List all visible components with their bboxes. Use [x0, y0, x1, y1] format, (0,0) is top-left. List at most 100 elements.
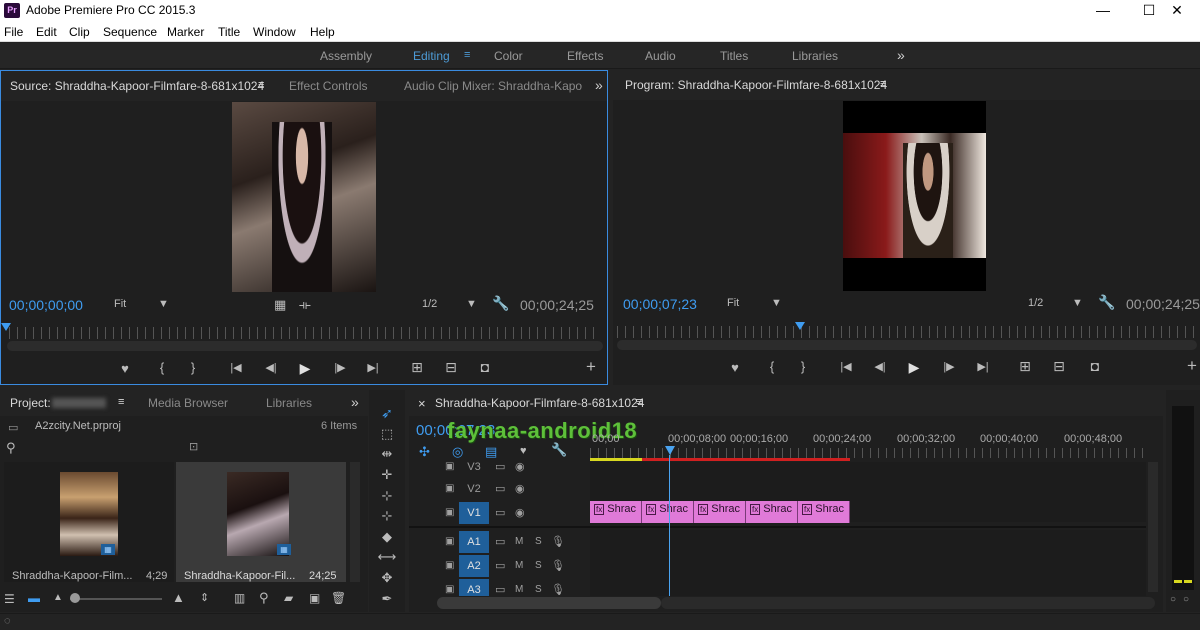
tab-source[interactable]: Source: Shraddha-Kapoor-Filmfare-8-681x1… — [10, 79, 264, 93]
audio-track-area[interactable] — [590, 530, 1146, 596]
search-input[interactable] — [22, 440, 182, 454]
sync-lock-icon[interactable]: ▭ — [495, 460, 505, 473]
rate-stretch-tool-icon[interactable]: ⊹ — [376, 488, 398, 506]
microphone-icon[interactable]: 🎙 — [551, 535, 565, 548]
workspace-effects[interactable]: Effects — [567, 49, 603, 63]
solo-button[interactable]: S — [535, 536, 542, 547]
project-scrollbar[interactable] — [350, 462, 360, 582]
overwrite-icon[interactable]: ⊟ — [442, 359, 460, 376]
menu-sequence[interactable]: Sequence — [103, 25, 157, 39]
track-label-v2[interactable]: V2 — [459, 478, 489, 500]
source-zoom-scrollbar[interactable] — [7, 341, 603, 351]
video-clip[interactable]: fx Shrac — [590, 501, 642, 523]
export-frame-camera-icon[interactable]: ◘ — [476, 359, 494, 375]
timeline-vertical-scrollbar[interactable] — [1148, 462, 1158, 592]
timeline-horizontal-scrollbar-thumb[interactable] — [437, 597, 661, 609]
track-label-a2[interactable]: A2 — [459, 555, 489, 577]
video-clip[interactable]: fx Shrac — [798, 501, 850, 523]
lock-icon[interactable]: ▣ — [445, 461, 454, 472]
step-back-icon[interactable]: ◀| — [262, 361, 280, 374]
automate-to-sequence-icon[interactable]: ▥ — [234, 591, 245, 605]
program-fit-dropdown[interactable]: Fit — [727, 297, 739, 309]
source-overflow-icon[interactable]: » — [595, 77, 603, 93]
menu-marker[interactable]: Marker — [167, 25, 204, 39]
track-select-tool-icon[interactable]: ⬚ — [376, 426, 398, 444]
workspace-menu-icon[interactable]: ≡ — [464, 49, 470, 61]
new-item-icon[interactable]: ▣ — [309, 591, 320, 605]
source-time-ruler[interactable] — [9, 327, 601, 339]
go-to-out-icon[interactable]: ▶| — [364, 361, 382, 374]
solo-button[interactable]: S — [535, 560, 542, 571]
microphone-icon[interactable]: 🎙 — [551, 583, 565, 596]
source-playhead[interactable] — [1, 323, 11, 331]
program-tab-menu-icon[interactable]: ≡ — [880, 78, 886, 90]
menu-help[interactable]: Help — [310, 25, 335, 39]
go-to-in-icon[interactable]: |◀ — [227, 361, 245, 374]
timeline-horizontal-scrollbar-track[interactable] — [661, 597, 1155, 609]
lock-icon[interactable]: ▣ — [445, 560, 454, 571]
workspace-editing[interactable]: Editing — [413, 49, 450, 63]
sync-lock-icon[interactable]: ▭ — [495, 482, 505, 495]
solo-button[interactable]: S — [535, 584, 542, 595]
step-back-icon[interactable]: ◀| — [871, 360, 889, 373]
solo-right-icon[interactable]: ○ — [1183, 594, 1189, 605]
project-tab-menu-icon[interactable]: ≡ — [118, 396, 124, 408]
chevron-down-icon[interactable]: ▼ — [1072, 297, 1083, 309]
zoom-slider[interactable] — [70, 598, 162, 600]
lock-icon[interactable]: ▣ — [445, 507, 454, 518]
mark-out-icon[interactable]: } — [794, 359, 812, 374]
mark-in-icon[interactable]: { — [153, 360, 171, 375]
add-marker-icon[interactable]: ♥ — [726, 360, 744, 375]
go-to-in-icon[interactable]: |◀ — [837, 360, 855, 373]
wrench-icon[interactable]: 🔧 — [492, 295, 509, 312]
workspace-overflow-icon[interactable]: » — [897, 47, 905, 63]
new-bin-folder-icon[interactable]: ▰ — [284, 591, 293, 605]
slip-tool-icon[interactable]: ◆ — [376, 529, 398, 547]
play-icon[interactable]: ▶ — [296, 360, 314, 377]
menu-file[interactable]: File — [4, 25, 23, 39]
selection-tool-icon[interactable]: ➶ — [376, 405, 398, 423]
minimize-button[interactable]: — — [1080, 0, 1126, 22]
new-bin-icon[interactable]: ⊡ — [189, 440, 198, 453]
icon-view-icon[interactable]: ▬ — [28, 591, 40, 605]
mark-in-icon[interactable]: { — [763, 359, 781, 374]
project-item[interactable]: ▦ Shraddha-Kapoor-Fil... 24;25 — [176, 462, 346, 582]
source-tab-menu-icon[interactable]: ≡ — [258, 79, 264, 91]
eye-icon[interactable]: ◉ — [515, 482, 525, 495]
program-playhead[interactable] — [795, 322, 805, 330]
zoom-slider-handle[interactable] — [70, 593, 80, 603]
close-button[interactable]: ✕ — [1154, 0, 1200, 22]
source-timecode[interactable]: 00;00;00;00 — [9, 297, 83, 313]
menu-edit[interactable]: Edit — [36, 25, 57, 39]
tab-audio-clip-mixer[interactable]: Audio Clip Mixer: Shraddha-Kapo — [404, 79, 582, 93]
microphone-icon[interactable]: 🎙 — [551, 559, 565, 572]
step-forward-icon[interactable]: |▶ — [331, 361, 349, 374]
chevron-down-icon[interactable]: ▼ — [771, 297, 782, 309]
audio-drag-icon[interactable]: ⟛ — [299, 297, 311, 313]
close-sequence-icon[interactable]: × — [418, 396, 426, 411]
add-marker-icon[interactable]: ♥ — [116, 361, 134, 376]
workspace-assembly[interactable]: Assembly — [320, 49, 372, 63]
trash-icon[interactable]: 🗑 — [331, 591, 346, 605]
find-icon[interactable]: ⚲ — [259, 590, 269, 606]
pen-tool-icon[interactable]: ✒ — [376, 591, 398, 609]
menu-title[interactable]: Title — [218, 25, 240, 39]
razor-tool-icon[interactable]: ⊹ — [376, 508, 398, 526]
tab-media-browser[interactable]: Media Browser — [148, 396, 228, 410]
list-view-icon[interactable]: ☰ — [4, 592, 15, 606]
lift-icon[interactable]: ⊞ — [1016, 358, 1034, 375]
slide-tool-icon[interactable]: ⟷ — [376, 549, 398, 567]
program-time-ruler[interactable] — [617, 326, 1197, 338]
video-clip[interactable]: fx Shrac — [694, 501, 746, 523]
tab-libraries[interactable]: Libraries — [266, 396, 312, 410]
workspace-audio[interactable]: Audio — [645, 49, 676, 63]
button-editor-add-icon[interactable]: + — [1183, 356, 1200, 376]
mute-button[interactable]: M — [515, 560, 523, 571]
sync-lock-icon[interactable]: ▭ — [495, 506, 505, 519]
mute-button[interactable]: M — [515, 536, 523, 547]
source-fit-dropdown[interactable]: Fit — [114, 298, 126, 310]
track-label-a3[interactable]: A3 — [459, 579, 489, 596]
project-item[interactable]: ▦ Shraddha-Kapoor-Film... 4;29 — [4, 462, 174, 582]
tab-program[interactable]: Program: Shraddha-Kapoor-Filmfare-8-681x… — [625, 78, 887, 92]
film-icon[interactable]: ▦ — [274, 297, 286, 313]
